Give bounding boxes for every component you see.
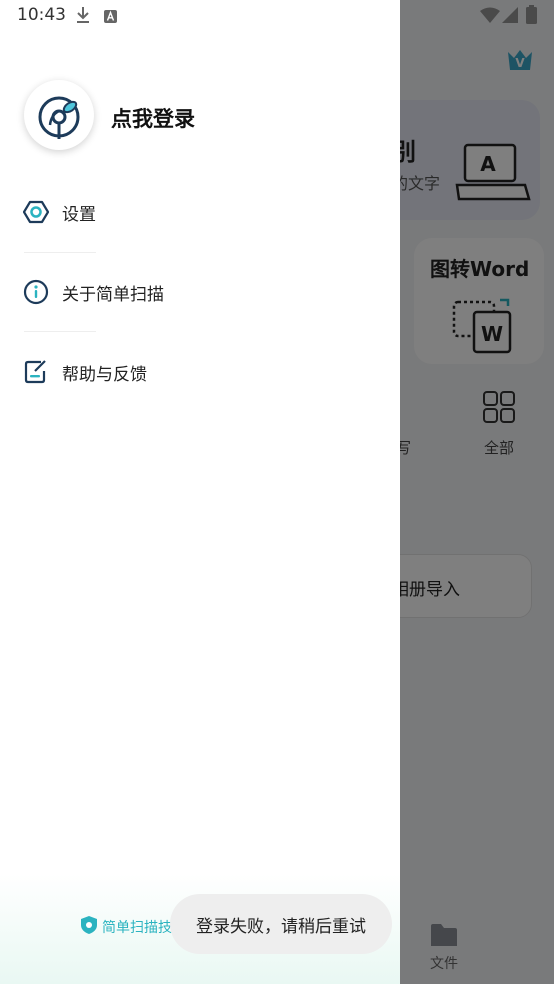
menu-divider (24, 252, 96, 253)
avatar-disc-icon (38, 96, 80, 139)
menu-item-settings-label: 设置 (62, 204, 96, 225)
signal-icon (502, 7, 518, 27)
menu-item-about-label: 关于简单扫描 (62, 284, 164, 305)
shield-icon (80, 915, 98, 939)
info-icon (22, 278, 50, 306)
menu-item-settings[interactable]: 设置 (22, 192, 382, 232)
menu-item-feedback-label: 帮助与反馈 (62, 364, 147, 385)
navigation-drawer: 点我登录 设置 关于简单扫描 帮助与反馈 简单扫描技术 (0, 0, 400, 984)
menu-item-about[interactable]: 关于简单扫描 (22, 272, 382, 312)
login-prompt[interactable]: 点我登录 (111, 103, 195, 133)
feedback-icon (22, 358, 50, 386)
avatar[interactable] (24, 80, 94, 150)
battery-icon (526, 5, 537, 28)
download-icon (76, 6, 90, 28)
notification-a-icon (104, 8, 117, 27)
menu-item-feedback[interactable]: 帮助与反馈 (22, 352, 382, 392)
status-bar: 10:43 (0, 0, 554, 32)
settings-icon (22, 198, 50, 226)
wifi-icon (480, 7, 500, 27)
toast-message: 登录失败，请稍后重试 (170, 894, 392, 954)
status-time: 10:43 (17, 5, 66, 25)
menu-divider (24, 331, 96, 332)
